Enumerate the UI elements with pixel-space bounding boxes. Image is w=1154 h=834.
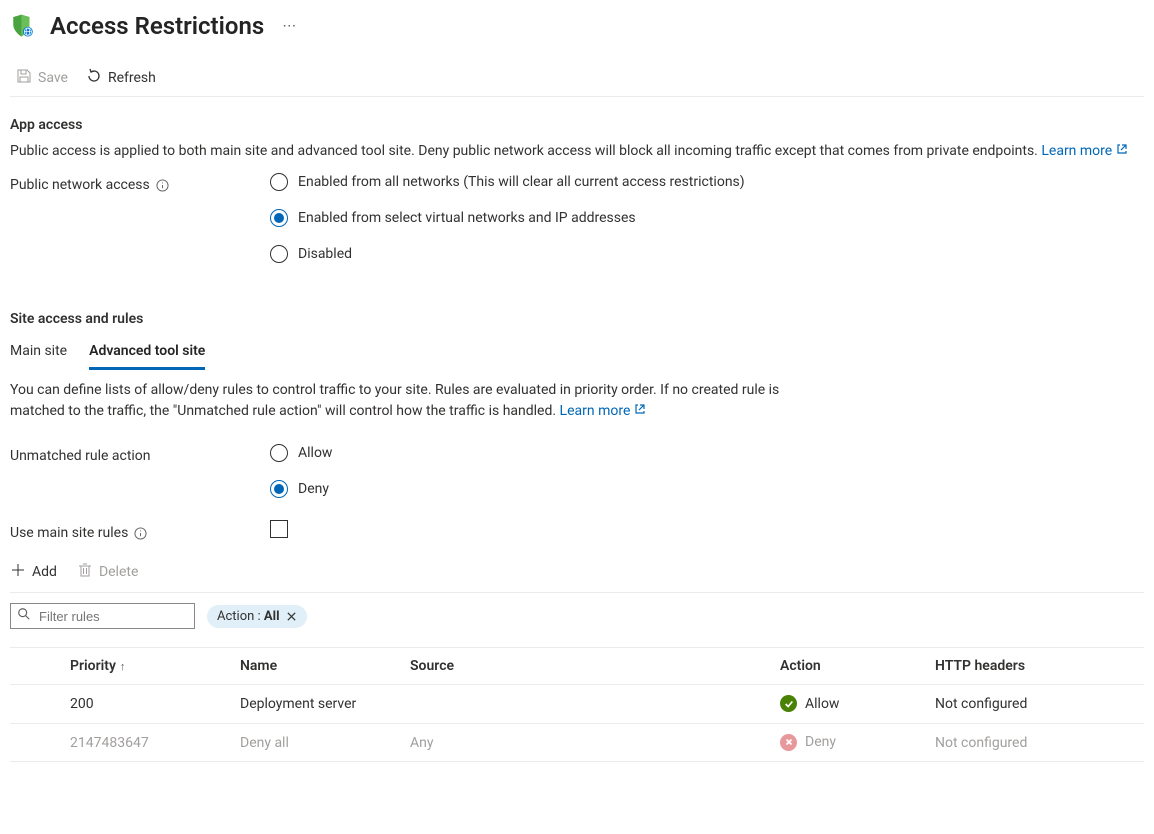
cell-http: Not configured — [935, 723, 1144, 762]
radio-unmatched-allow[interactable]: Allow — [270, 444, 332, 462]
search-icon — [17, 607, 31, 625]
app-access-description: Public access is applied to both main si… — [10, 141, 1144, 161]
app-access-heading: App access — [10, 117, 1144, 133]
cell-action: Allow — [780, 685, 935, 724]
radio-unmatched-deny[interactable]: Deny — [270, 480, 332, 498]
filter-input-wrapper[interactable] — [10, 603, 195, 629]
unmatched-rule-action-row: Unmatched rule action Allow Deny — [10, 444, 1144, 498]
cell-name: Deny all — [240, 723, 410, 762]
public-network-access-row: Public network access Enabled from all n… — [10, 173, 1144, 263]
cell-name: Deployment server — [240, 685, 410, 724]
use-main-site-rules-row: Use main site rules — [10, 520, 1144, 542]
app-access-learn-more-link[interactable]: Learn more — [1041, 141, 1128, 161]
filter-rules-input[interactable] — [37, 608, 188, 625]
shield-icon — [10, 13, 36, 39]
table-row[interactable]: 2147483647 Deny all Any Deny Not configu… — [10, 723, 1144, 762]
filter-row: Action : All — [10, 603, 1144, 629]
use-main-site-rules-checkbox[interactable] — [270, 520, 288, 538]
cell-source: Any — [410, 723, 780, 762]
cell-action: Deny — [780, 723, 935, 762]
refresh-icon — [86, 68, 102, 88]
site-access-description: You can define lists of allow/deny rules… — [10, 380, 830, 422]
delete-rule-button[interactable]: Delete — [77, 562, 138, 582]
info-icon[interactable] — [134, 525, 147, 541]
plus-icon — [10, 562, 26, 582]
rules-toolbar: Add Delete — [10, 562, 1144, 593]
more-button[interactable]: ⋯ — [278, 18, 300, 34]
cell-priority: 200 — [70, 685, 240, 724]
add-rule-button[interactable]: Add — [10, 562, 57, 582]
page-title: Access Restrictions — [50, 12, 264, 40]
site-access-learn-more-link[interactable]: Learn more — [560, 401, 647, 422]
command-bar: Save Refresh — [10, 60, 1144, 97]
page-header: Access Restrictions ⋯ — [10, 8, 1144, 42]
refresh-button[interactable]: Refresh — [86, 68, 156, 88]
table-row[interactable]: 200 Deployment server Allow Not configur… — [10, 685, 1144, 724]
col-header-name[interactable]: Name — [240, 648, 410, 685]
col-header-source[interactable]: Source — [410, 648, 780, 685]
rules-table: Priority↑ Name Source Action HTTP header… — [10, 647, 1144, 762]
radio-disabled[interactable]: Disabled — [270, 245, 745, 263]
radio-enabled-select-networks[interactable]: Enabled from select virtual networks and… — [270, 209, 745, 227]
cell-http: Not configured — [935, 685, 1144, 724]
save-icon — [16, 68, 32, 88]
table-header-row: Priority↑ Name Source Action HTTP header… — [10, 648, 1144, 685]
close-icon[interactable] — [286, 611, 297, 622]
refresh-label: Refresh — [108, 70, 156, 86]
sort-ascending-icon: ↑ — [116, 660, 126, 673]
allow-icon — [780, 695, 797, 712]
unmatched-rule-action-label: Unmatched rule action — [10, 448, 151, 464]
filter-pill-action[interactable]: Action : All — [207, 605, 307, 628]
site-access-heading: Site access and rules — [10, 311, 1144, 327]
public-network-access-label: Public network access — [10, 177, 150, 193]
col-header-priority[interactable]: Priority↑ — [70, 648, 240, 685]
use-main-site-rules-label: Use main site rules — [10, 525, 128, 541]
deny-icon — [780, 734, 797, 751]
cell-source — [410, 685, 780, 724]
info-icon[interactable] — [156, 177, 169, 193]
external-link-icon — [634, 401, 646, 422]
save-button[interactable]: Save — [16, 68, 68, 88]
cell-priority: 2147483647 — [70, 723, 240, 762]
site-tabs: Main site Advanced tool site — [10, 337, 1144, 370]
col-header-action[interactable]: Action — [780, 648, 935, 685]
radio-enabled-all-networks[interactable]: Enabled from all networks (This will cle… — [270, 173, 745, 191]
col-header-http[interactable]: HTTP headers — [935, 648, 1144, 685]
external-link-icon — [1116, 141, 1128, 161]
tab-advanced-tool-site[interactable]: Advanced tool site — [89, 337, 205, 370]
trash-icon — [77, 562, 93, 582]
save-label: Save — [38, 70, 68, 86]
tab-main-site[interactable]: Main site — [10, 337, 67, 370]
